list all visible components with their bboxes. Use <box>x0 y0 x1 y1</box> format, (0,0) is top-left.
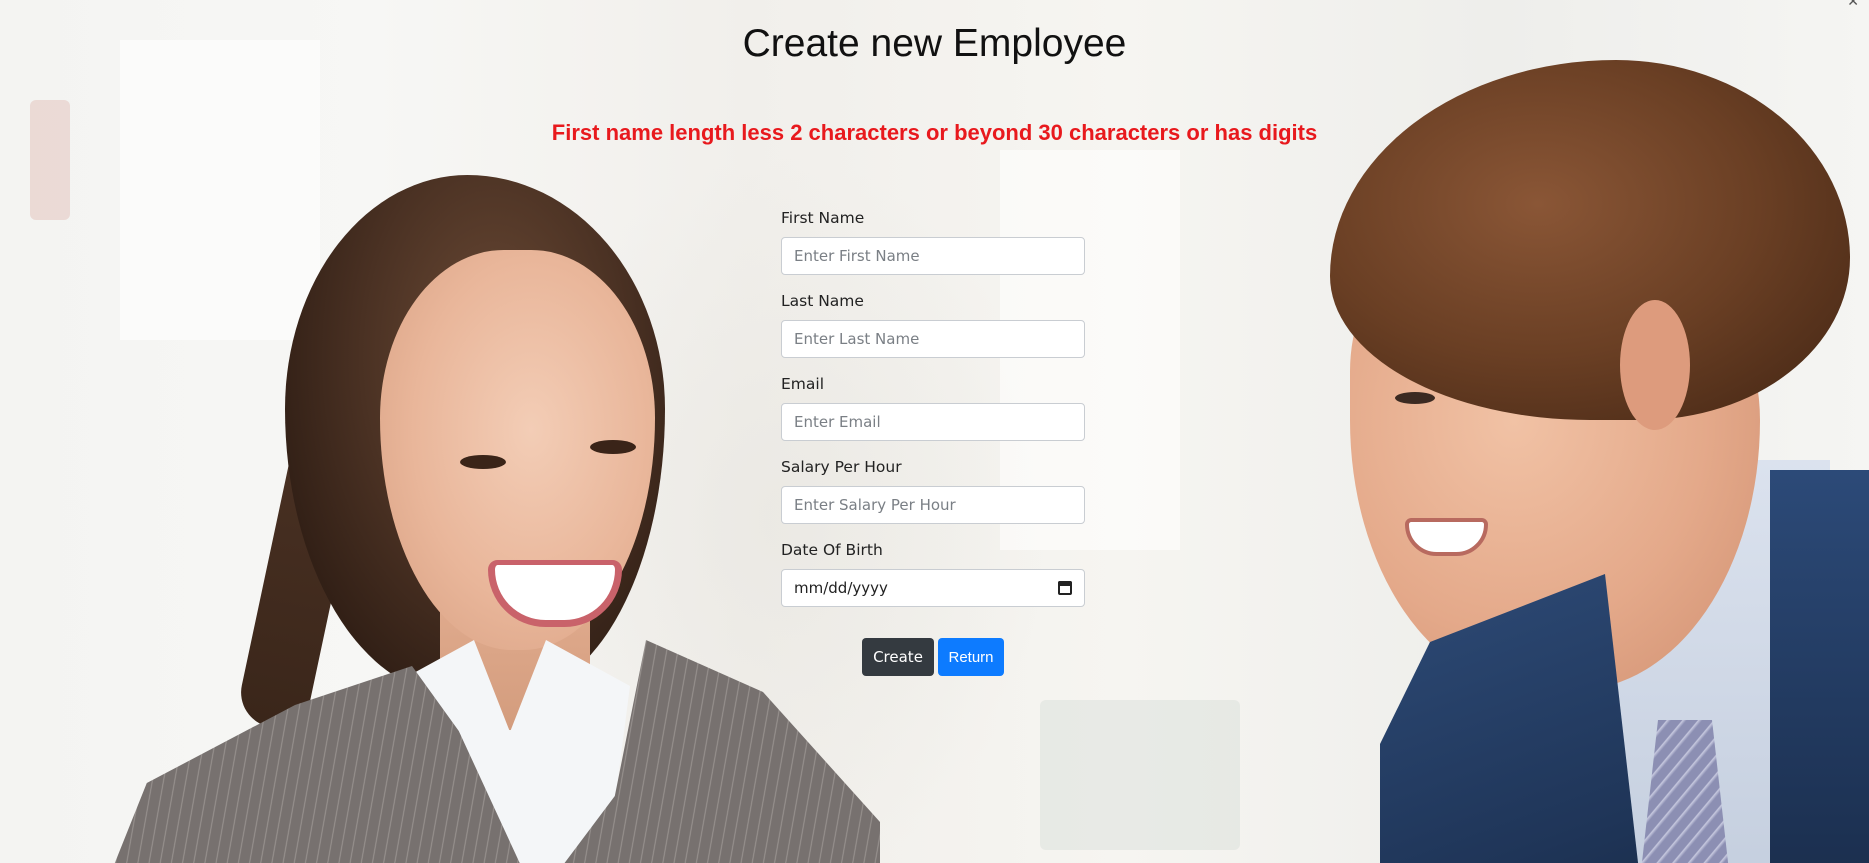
first-name-input[interactable]: Enter First Name <box>781 237 1085 275</box>
background-window <box>120 40 320 340</box>
salary-per-hour-label: Salary Per Hour <box>781 458 902 476</box>
first-name-placeholder: Enter First Name <box>794 247 920 265</box>
create-employee-form: First Name Enter First Name Last Name En… <box>781 210 1085 625</box>
create-button[interactable]: Create <box>862 638 934 676</box>
last-name-group: Last Name Enter Last Name <box>781 293 1085 358</box>
woman-eye <box>590 440 636 454</box>
date-of-birth-placeholder: mm/dd/yyyy <box>794 579 888 597</box>
close-icon[interactable]: ✕ <box>1847 0 1859 10</box>
background-blur <box>1040 700 1240 850</box>
salary-group: Salary Per Hour Enter Salary Per Hour <box>781 459 1085 524</box>
email-label: Email <box>781 375 825 393</box>
last-name-placeholder: Enter Last Name <box>794 330 920 348</box>
last-name-input[interactable]: Enter Last Name <box>781 320 1085 358</box>
error-message: First name length less 2 characters or b… <box>551 120 1318 145</box>
date-of-birth-group: Date Of Birth mm/dd/yyyy <box>781 542 1085 607</box>
salary-per-hour-placeholder: Enter Salary Per Hour <box>794 496 956 514</box>
man-eye <box>1395 392 1435 404</box>
background-blur <box>30 100 70 220</box>
last-name-label: Last Name <box>781 292 864 310</box>
email-group: Email Enter Email <box>781 376 1085 441</box>
email-input[interactable]: Enter Email <box>781 403 1085 441</box>
email-placeholder: Enter Email <box>794 413 881 431</box>
man-jacket-right <box>1770 470 1869 863</box>
salary-per-hour-input[interactable]: Enter Salary Per Hour <box>781 486 1085 524</box>
first-name-label: First Name <box>781 209 865 227</box>
man-hair <box>1330 60 1850 420</box>
date-of-birth-label: Date Of Birth <box>781 541 883 559</box>
man-ear <box>1620 300 1690 430</box>
calendar-icon[interactable] <box>1058 581 1072 595</box>
form-buttons: Create Return <box>862 638 1004 676</box>
page-title: Create new Employee <box>742 22 1127 65</box>
first-name-group: First Name Enter First Name <box>781 210 1085 275</box>
return-button[interactable]: Return <box>938 638 1004 676</box>
date-of-birth-input[interactable]: mm/dd/yyyy <box>781 569 1085 607</box>
woman-eye <box>460 455 506 469</box>
